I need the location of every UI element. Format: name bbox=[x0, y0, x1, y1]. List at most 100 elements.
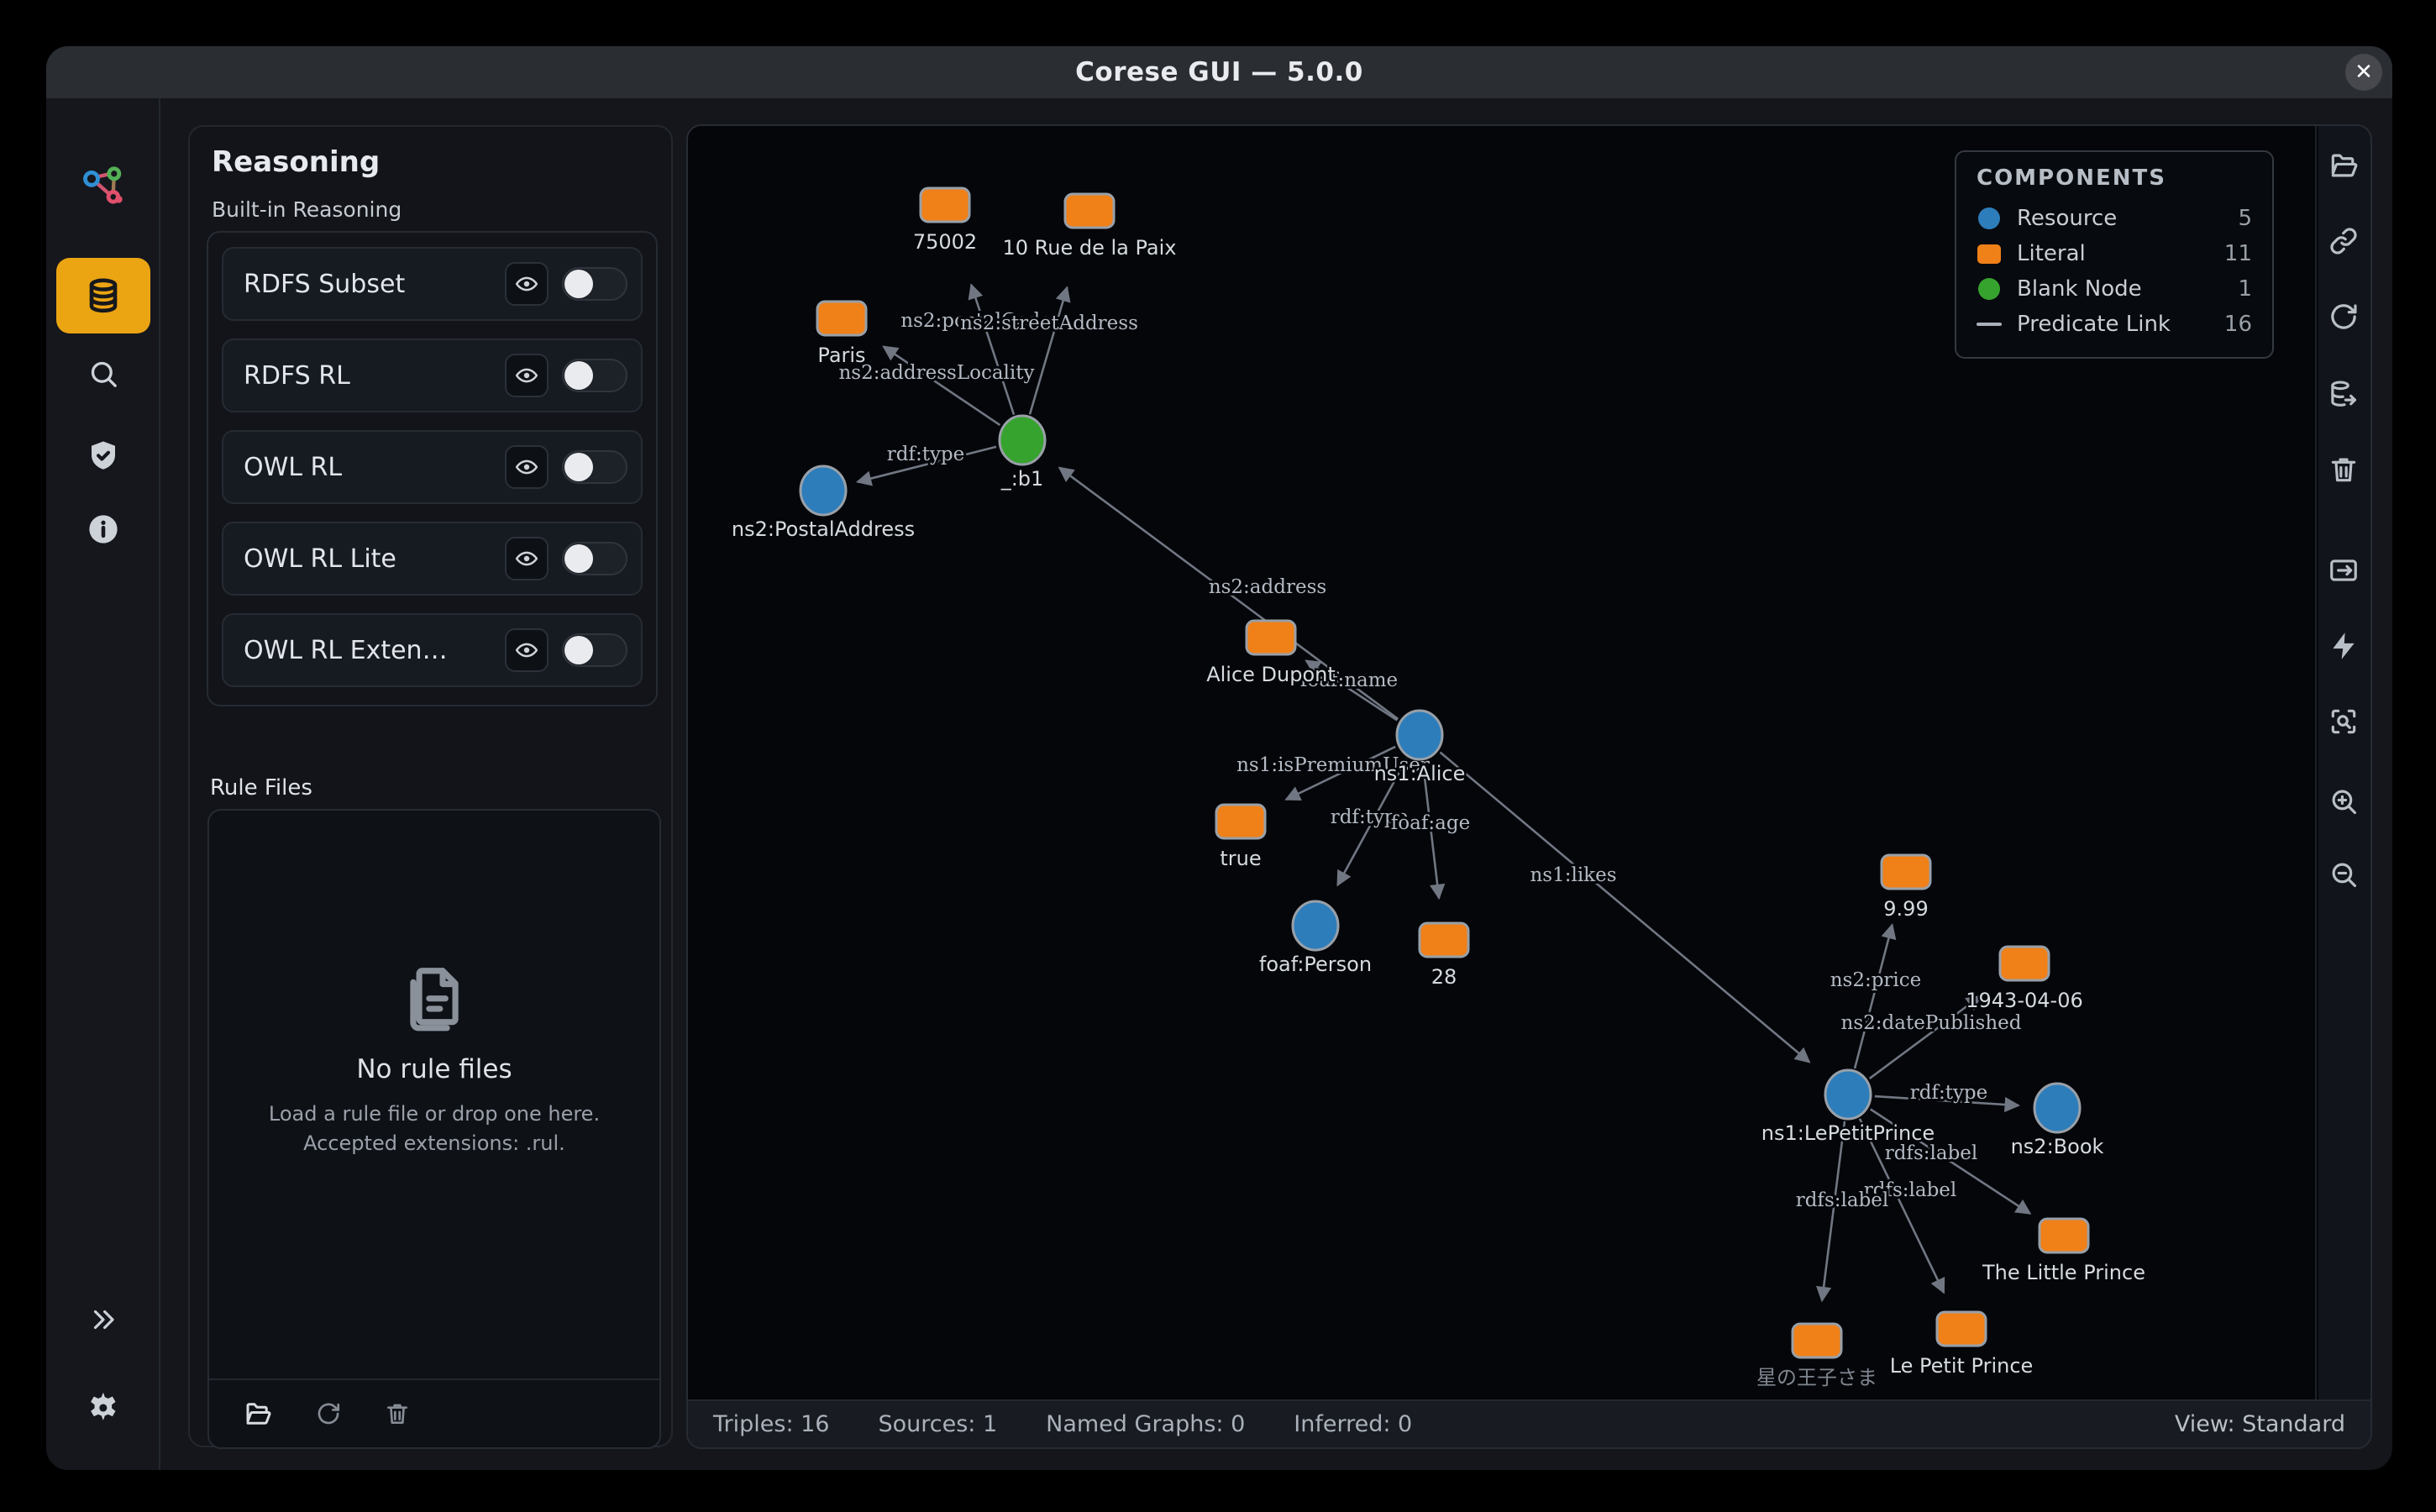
toggle-knob bbox=[564, 361, 593, 390]
edge-label: foaf:age bbox=[1391, 812, 1470, 834]
rule-files-heading: Rule Files bbox=[210, 775, 312, 801]
sidebar-item-settings[interactable] bbox=[46, 1390, 160, 1425]
edge-label: ns2:price bbox=[1830, 969, 1922, 991]
empty-state-line2: Accepted extensions: .rul. bbox=[269, 1129, 600, 1158]
literal-node[interactable] bbox=[1420, 923, 1468, 957]
legend-label: Literal bbox=[2017, 241, 2086, 266]
sidebar-expand-button[interactable] bbox=[46, 1304, 160, 1336]
link-button[interactable] bbox=[2317, 225, 2370, 257]
node-label: Alice Dupont bbox=[1206, 663, 1336, 686]
status-item: Triples: 16 bbox=[713, 1411, 829, 1437]
predicate-edge bbox=[1441, 753, 1810, 1063]
status-item: Inferred: 0 bbox=[1294, 1411, 1412, 1437]
node-label: Le Petit Prince bbox=[1890, 1354, 2034, 1378]
node-label: ns2:PostalAddress bbox=[732, 517, 915, 541]
literal-node[interactable] bbox=[2000, 947, 2049, 980]
trash-button[interactable] bbox=[2317, 454, 2370, 486]
literal-node[interactable] bbox=[1216, 805, 1265, 838]
legend-title: COMPONENTS bbox=[1977, 165, 2252, 191]
sidebar-item-validation[interactable] bbox=[46, 438, 160, 474]
graph-canvas[interactable]: ns2:postalCodens2:streetAddressns2:addre… bbox=[688, 126, 2318, 1403]
legend-item: Predicate Link16 bbox=[1977, 307, 2252, 342]
dash-swatch bbox=[1977, 323, 2002, 326]
literal-node[interactable] bbox=[921, 188, 969, 222]
delete-rules-button[interactable] bbox=[384, 1400, 411, 1427]
rule-toggle[interactable] bbox=[562, 359, 627, 392]
predicate-edge bbox=[1030, 287, 1067, 414]
zap-button[interactable] bbox=[2317, 630, 2370, 662]
export-button[interactable] bbox=[2317, 554, 2370, 586]
rule-toggle[interactable] bbox=[562, 267, 627, 301]
eye-icon[interactable] bbox=[505, 537, 549, 580]
reasoning-rule-label: OWL RL Exten… bbox=[244, 636, 505, 665]
resource-node[interactable] bbox=[1293, 901, 1338, 950]
close-button[interactable]: ✕ bbox=[2345, 54, 2382, 91]
eye-icon[interactable] bbox=[505, 354, 549, 397]
zoom-out-button[interactable] bbox=[2317, 858, 2370, 890]
predicate-edge bbox=[1870, 996, 1981, 1079]
files-icon bbox=[398, 962, 470, 1034]
open-rule-file-button[interactable] bbox=[243, 1399, 273, 1429]
window-title: Corese GUI — 5.0.0 bbox=[1075, 57, 1363, 87]
predicate-edge bbox=[884, 347, 1000, 426]
rule-toggle[interactable] bbox=[562, 450, 627, 484]
legend-label: Predicate Link bbox=[2017, 312, 2171, 337]
literal-node[interactable] bbox=[1793, 1324, 1841, 1357]
node-label: The Little Prince bbox=[1982, 1261, 2145, 1284]
literal-node[interactable] bbox=[1937, 1312, 1986, 1346]
scan-search-button[interactable] bbox=[2317, 706, 2370, 738]
reasoning-rule-label: RDFS Subset bbox=[244, 270, 505, 299]
node-label: 星の王子さま bbox=[1756, 1366, 1877, 1389]
edge-label: rdfs:label bbox=[1796, 1189, 1889, 1211]
refresh-button[interactable] bbox=[2317, 301, 2370, 333]
reasoning-panel: Reasoning Built-in Reasoning RDFS Subset… bbox=[188, 125, 673, 1447]
circle-swatch bbox=[1978, 207, 2000, 229]
rule-toggle[interactable] bbox=[562, 633, 627, 667]
literal-node[interactable] bbox=[1065, 194, 1114, 228]
database-export-button[interactable] bbox=[2317, 378, 2370, 410]
resource-node[interactable] bbox=[2034, 1084, 2080, 1132]
sidebar-item-info[interactable] bbox=[46, 512, 160, 547]
sidebar-item-data-active[interactable] bbox=[56, 258, 150, 333]
literal-node[interactable] bbox=[817, 302, 866, 335]
resource-node[interactable] bbox=[801, 466, 846, 515]
toggle-knob bbox=[564, 636, 593, 664]
folder-open-button[interactable] bbox=[2317, 150, 2370, 181]
rule-files-dropzone[interactable]: No rule files Load a rule file or drop o… bbox=[207, 809, 661, 1449]
zoom-in-button[interactable] bbox=[2317, 785, 2370, 817]
rule-toggle[interactable] bbox=[562, 542, 627, 575]
literal-node[interactable] bbox=[1882, 855, 1930, 889]
node-label: 1943-04-06 bbox=[1966, 989, 2082, 1012]
eye-icon[interactable] bbox=[505, 445, 549, 489]
reasoning-rule-label: RDFS RL bbox=[244, 361, 505, 391]
builtin-reasoning-group: RDFS Subset RDFS RL OWL RL OW bbox=[207, 231, 658, 706]
legend-panel: COMPONENTS Resource5Literal11Blank Node1… bbox=[1955, 150, 2274, 359]
node-label: _:b1 bbox=[1000, 467, 1044, 491]
edge-label: ns2:address bbox=[1209, 576, 1326, 598]
predicate-edge bbox=[1855, 925, 1893, 1068]
node-label: 28 bbox=[1431, 965, 1457, 989]
app-window: Corese GUI — 5.0.0 ✕ Reasoning Built-in … bbox=[46, 46, 2392, 1470]
status-item: Named Graphs: 0 bbox=[1046, 1411, 1245, 1437]
literal-node[interactable] bbox=[2040, 1219, 2088, 1252]
eye-icon[interactable] bbox=[505, 262, 549, 306]
literal-node[interactable] bbox=[1247, 621, 1295, 654]
legend-count: 1 bbox=[2238, 276, 2252, 302]
builtin-reasoning-heading: Built-in Reasoning bbox=[212, 197, 402, 222]
resource-node[interactable] bbox=[1397, 711, 1442, 759]
square-swatch bbox=[1977, 244, 2001, 264]
edge-label: rdf:type bbox=[887, 444, 965, 465]
node-label: 10 Rue de la Paix bbox=[1003, 236, 1177, 260]
panel-title: Reasoning bbox=[212, 145, 380, 179]
blank-node[interactable] bbox=[1000, 416, 1045, 465]
edge-label: ns2:streetAddress bbox=[960, 312, 1138, 334]
corese-logo-icon bbox=[46, 163, 160, 212]
sidebar-item-search[interactable] bbox=[46, 357, 160, 391]
reasoning-rule-row: OWL RL Exten… bbox=[222, 613, 643, 687]
eye-icon[interactable] bbox=[505, 628, 549, 672]
reasoning-rule-row: RDFS Subset bbox=[222, 247, 643, 321]
database-icon bbox=[83, 276, 123, 316]
reload-rules-button[interactable] bbox=[315, 1400, 342, 1427]
resource-node[interactable] bbox=[1825, 1070, 1871, 1119]
legend-label: Blank Node bbox=[2017, 276, 2142, 302]
